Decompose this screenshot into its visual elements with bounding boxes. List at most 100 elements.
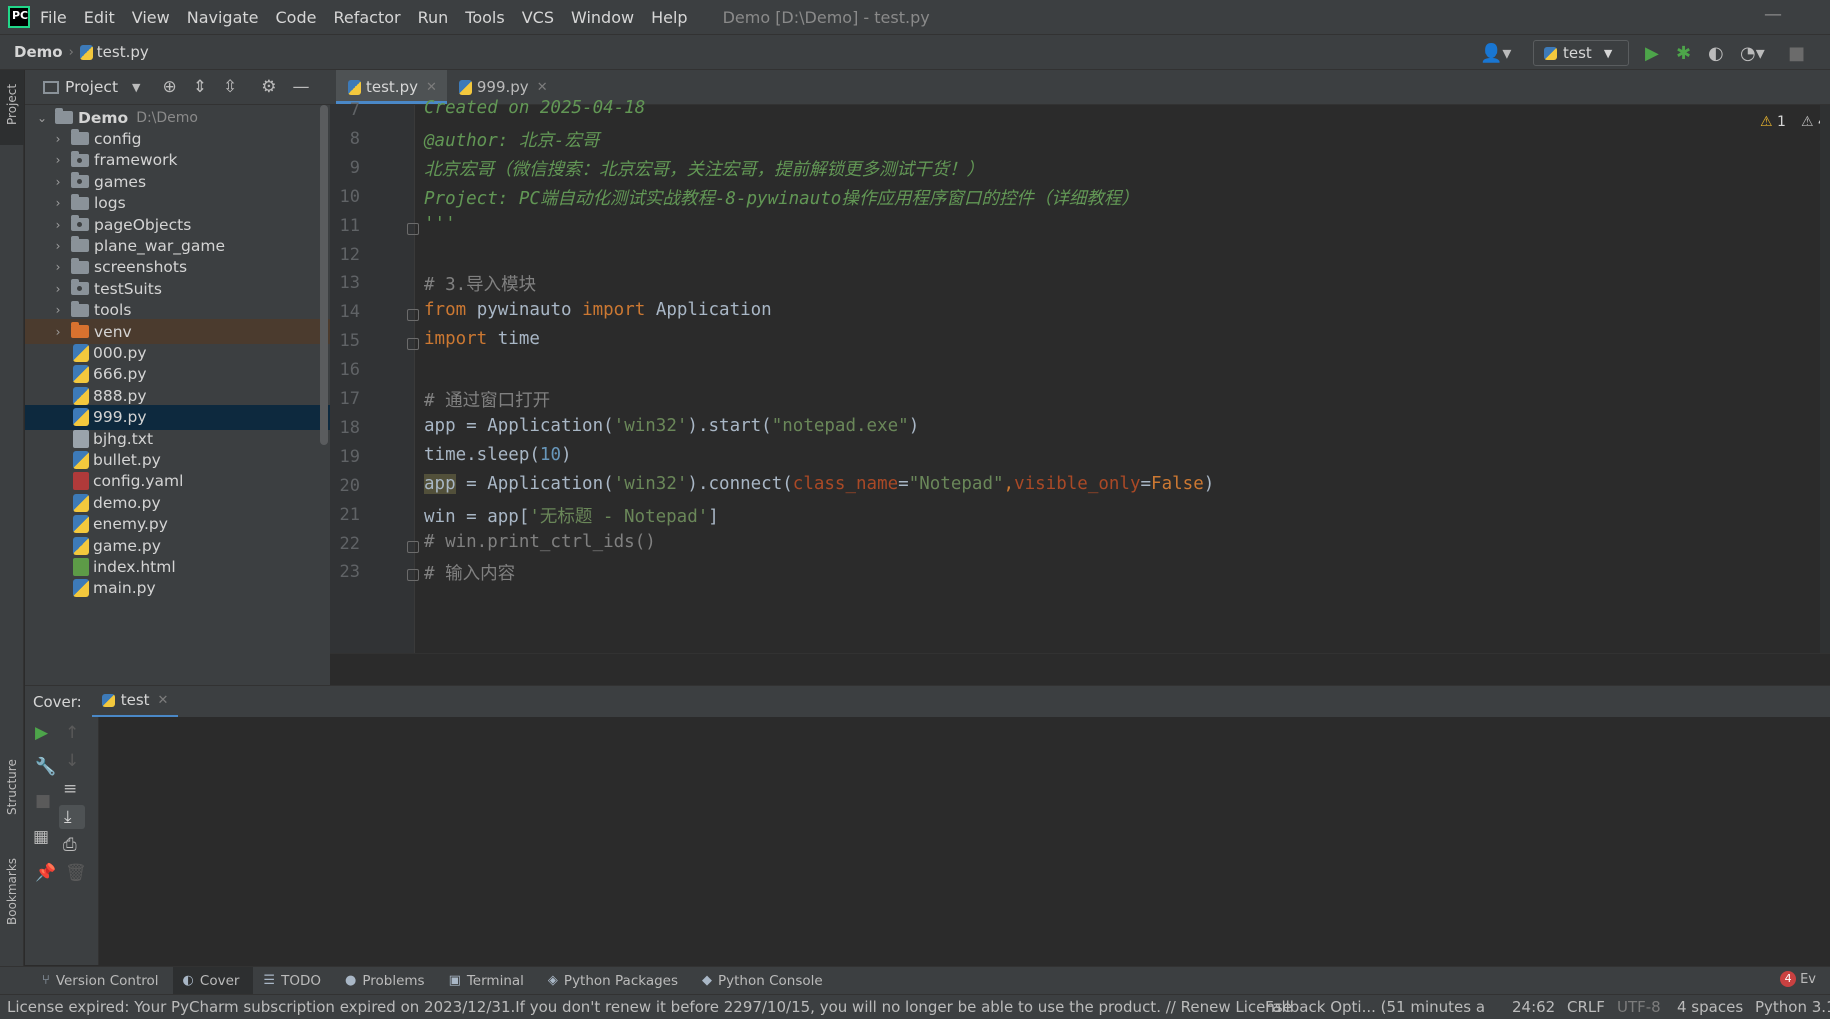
line-number[interactable]: 10 [330,187,360,207]
code-line[interactable]: app = Application('win32').start("notepa… [424,416,919,436]
print-icon[interactable]: ⎙ [63,835,77,855]
menu-edit[interactable]: Edit [84,8,115,27]
gear-icon[interactable]: ⚙ [261,77,276,97]
stripe-bookmarks-label[interactable]: Bookmarks [5,858,19,925]
close-icon[interactable]: ✕ [158,693,169,708]
scroll-to-end-icon[interactable]: ⤓ [64,807,72,827]
stop-icon[interactable]: ■ [35,791,51,811]
cover-tab-test[interactable]: test ✕ [91,686,179,718]
fold-marker-icon[interactable] [407,569,419,582]
warning-count-1[interactable]: ⚠ 1 [1760,114,1786,130]
status-line-separator[interactable]: CRLF [1567,998,1605,1016]
menu-refactor[interactable]: Refactor [333,8,400,27]
status-message[interactable]: License expired: Your PyCharm subscripti… [7,998,1292,1016]
menu-run[interactable]: Run [418,8,449,27]
debug-icon[interactable]: ✱ [1676,43,1691,64]
line-number[interactable]: 23 [330,562,360,582]
line-number[interactable]: 18 [330,418,360,438]
chevron-right-icon[interactable]: › [51,153,65,167]
line-number[interactable]: 15 [330,331,360,351]
locate-icon[interactable]: ⊕ [163,77,177,97]
line-number[interactable]: 14 [330,302,360,322]
menu-view[interactable]: View [132,8,170,27]
scroll-to-end-button[interactable] [59,805,85,829]
line-number[interactable]: 7 [330,100,360,120]
chevron-right-icon[interactable]: › [51,175,65,189]
expand-all-icon[interactable]: ⇕ [193,77,207,97]
status-interpreter[interactable]: Python 3.1 [1755,998,1830,1016]
tree-item[interactable]: main.py [25,576,330,601]
breadcrumb-file[interactable]: test.py [97,43,149,61]
close-icon[interactable]: ✕ [537,80,548,95]
chevron-down-icon[interactable]: ▼ [132,81,140,94]
collapse-all-icon[interactable]: ⇳ [223,77,237,97]
chevron-right-icon[interactable]: › [51,239,65,253]
status-indent[interactable]: 4 spaces [1677,998,1743,1016]
breadcrumb-project[interactable]: Demo [14,43,63,61]
hide-panel-icon[interactable]: — [293,77,310,97]
line-number[interactable]: 21 [330,505,360,525]
line-number[interactable]: 12 [330,245,360,265]
tool-python-console[interactable]: ◆ Python Console [692,967,837,995]
pin-icon[interactable]: 📌 [35,863,56,883]
run-config-selector[interactable]: test ▼ [1533,40,1629,66]
fold-marker-icon[interactable] [407,338,419,351]
code-line[interactable]: app = Application('win32').connect(class… [424,473,1214,494]
fold-marker-icon[interactable] [407,309,419,322]
menu-vcs[interactable]: VCS [522,8,554,27]
code-line[interactable]: from pywinauto import Application [424,300,772,320]
project-scrollbar[interactable] [320,105,328,445]
tool-cover[interactable]: ◐ Cover [172,966,254,995]
menu-file[interactable]: File [40,8,67,27]
code-line[interactable]: # win.print_ctrl_ids() [424,532,656,552]
soft-wrap-icon[interactable]: ≡ [63,779,77,799]
line-number[interactable]: 8 [330,129,360,149]
project-panel-title[interactable]: Project [65,78,118,96]
line-number[interactable]: 22 [330,534,360,554]
chevron-right-icon[interactable]: › [51,303,65,317]
tool-todo[interactable]: ☰ TODO [253,967,335,995]
line-number[interactable]: 16 [330,360,360,380]
editor-scrollbar[interactable] [1820,105,1830,653]
chevron-right-icon[interactable]: › [51,282,65,296]
chevron-down-icon[interactable]: ⌄ [35,111,49,125]
chevron-right-icon[interactable]: › [51,196,65,210]
code-line[interactable]: # 输入内容 [424,560,515,585]
minimize-icon[interactable]: — [1764,4,1782,25]
stripe-structure-label[interactable]: Structure [5,759,19,815]
menu-tools[interactable]: Tools [465,8,504,27]
line-number[interactable]: 11 [330,216,360,236]
code-line[interactable]: Created on 2025-04-18 [424,98,645,118]
line-number[interactable]: 17 [330,389,360,409]
chevron-right-icon[interactable]: › [51,325,65,339]
arrow-down-icon[interactable]: ↓ [65,751,79,771]
wrench-icon[interactable]: 🔧 [35,757,56,777]
code-line[interactable]: time.sleep(10) [424,445,572,465]
code-line[interactable]: win = app['无标题 - Notepad'] [424,503,719,528]
stop-icon[interactable]: ■ [1788,43,1805,64]
code-line[interactable]: import time [424,329,540,349]
layout-icon[interactable]: ▦ [33,827,49,847]
menu-window[interactable]: Window [571,8,634,27]
line-number[interactable]: 13 [330,273,360,293]
tool-problems[interactable]: ● Problems [335,967,439,995]
tool-version-control[interactable]: ⑂ Version Control [32,967,173,995]
tool-python-packages[interactable]: ◈ Python Packages [538,967,692,995]
status-encoding[interactable]: UTF-8 [1617,998,1661,1016]
status-fallback[interactable]: Fallback Opti... (51 minutes a [1265,998,1485,1016]
trash-icon[interactable]: 🗑 [65,863,87,883]
code-line[interactable]: # 3.导入模块 [424,271,536,296]
code-line[interactable]: @author: 北京-宏哥 [424,127,599,152]
chevron-right-icon[interactable]: › [51,260,65,274]
chevron-right-icon[interactable]: › [51,132,65,146]
code-line[interactable]: # 通过窗口打开 [424,387,550,412]
fold-marker-icon[interactable] [407,222,419,235]
pycharm-logo-icon[interactable]: PC [8,6,30,28]
line-number[interactable]: 9 [330,158,360,178]
line-number[interactable]: 19 [330,447,360,467]
menu-navigate[interactable]: Navigate [187,8,259,27]
line-number[interactable]: 20 [330,476,360,496]
run-icon[interactable]: ▶ [1645,43,1659,64]
user-icon[interactable]: 👤▾ [1480,43,1511,64]
status-caret-position[interactable]: 24:62 [1512,998,1555,1016]
